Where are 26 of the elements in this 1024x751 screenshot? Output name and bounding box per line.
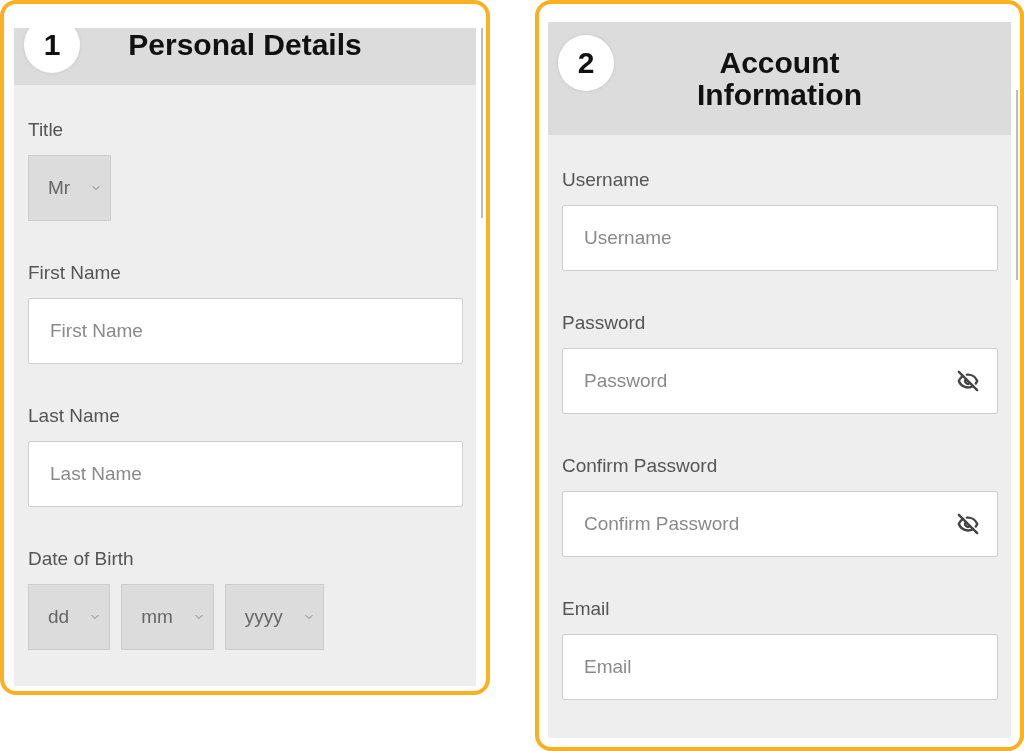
eye-slash-icon[interactable] (955, 370, 981, 392)
password-field[interactable]: Confirm Password (562, 491, 998, 557)
field-label: Last Name (28, 404, 120, 428)
dropdown-select[interactable]: mm (121, 584, 214, 650)
eye-slash-icon[interactable] (955, 513, 981, 535)
field-label: Date of Birth (28, 547, 134, 571)
section-title: Personal Details (128, 29, 362, 61)
text-field[interactable]: Last Name (28, 441, 463, 507)
field-label: Title (28, 118, 64, 142)
step-number: 2 (558, 35, 614, 91)
text-field[interactable]: First Name (28, 298, 463, 364)
scrollbar-thumb[interactable] (481, 28, 483, 218)
password-field[interactable]: Password (562, 348, 998, 414)
dropdown-select[interactable]: yyyy (224, 584, 324, 650)
text-field[interactable]: Username (562, 205, 998, 271)
section-title: Account Information (696, 47, 863, 111)
field-label: Password (562, 311, 646, 335)
dropdown-select[interactable]: Mr (28, 155, 112, 221)
step-number: 1 (24, 28, 80, 73)
field-label: Confirm Password (562, 454, 718, 478)
text-field[interactable]: Email (562, 634, 998, 700)
field-label: Email (562, 597, 610, 621)
scrollbar-thumb[interactable] (1016, 90, 1018, 280)
field-label: Username (562, 168, 650, 192)
dropdown-select[interactable]: dd (28, 584, 111, 650)
field-label: First Name (28, 261, 121, 285)
